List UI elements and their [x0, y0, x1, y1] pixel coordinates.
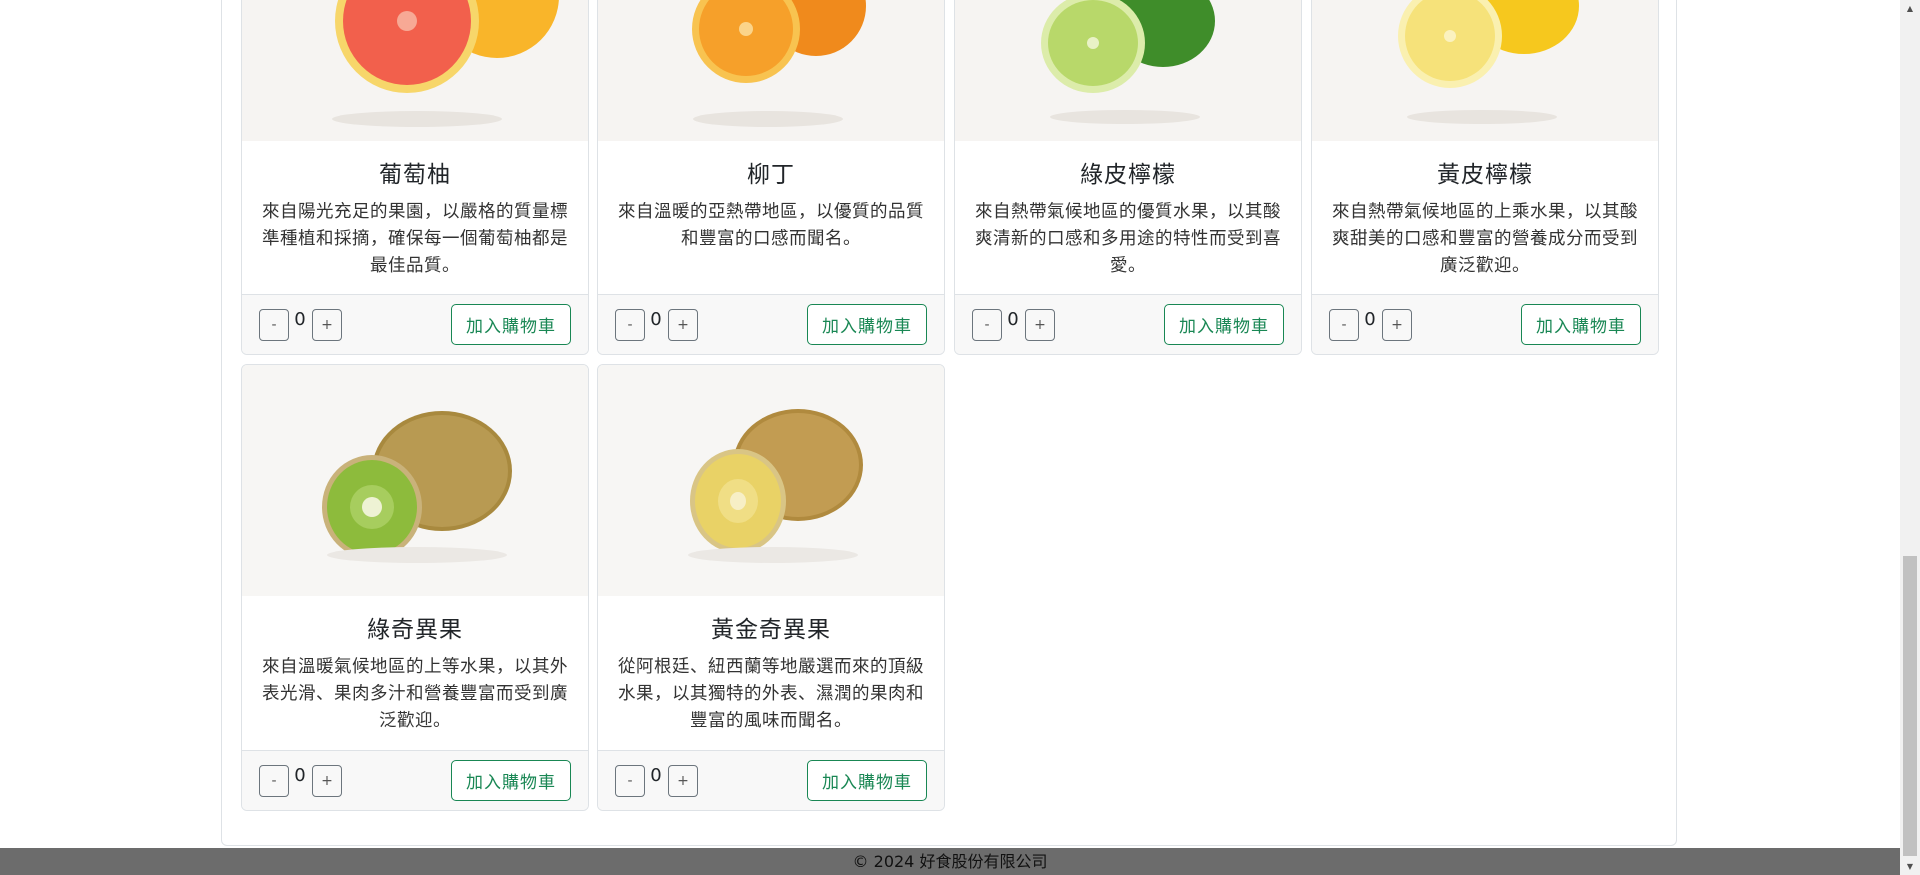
decrease-qty-button[interactable]: - [1329, 309, 1359, 341]
add-to-cart-button[interactable]: 加入購物車 [1521, 304, 1641, 345]
increase-qty-button[interactable]: + [1382, 309, 1412, 341]
product-card: 黃金奇異果 從阿根廷、紐西蘭等地嚴選而來的頂級水果，以其獨特的外表、濕潤的果肉和… [597, 364, 945, 811]
product-card: 綠皮檸檬 來自熱帶氣候地區的優質水果，以其酸爽清新的口感和多用途的特性而受到喜愛… [954, 0, 1302, 355]
product-title: 黃皮檸檬 [1437, 162, 1533, 188]
quantity-value: 0 [650, 309, 662, 330]
product-description: 來自溫暖的亞熱帶地區，以優質的品質和豐富的口感而聞名。 [618, 202, 924, 249]
increase-qty-button[interactable]: + [668, 765, 698, 797]
product-description: 來自熱帶氣候地區的上乘水果，以其酸爽甜美的口感和豐富的營養成分而受到廣泛歡迎。 [1332, 202, 1638, 276]
product-card: 黃皮檸檬 來自熱帶氣候地區的上乘水果，以其酸爽甜美的口感和豐富的營養成分而受到廣… [1311, 0, 1659, 355]
green-kiwi-image [242, 365, 588, 596]
card-footer: - 0 + 加入購物車 [598, 750, 944, 810]
gold-kiwi-image [598, 365, 944, 596]
card-footer: - 0 + 加入購物車 [242, 750, 588, 810]
vertical-scrollbar[interactable]: ▲ ▼ [1900, 0, 1920, 875]
product-description: 從阿根廷、紐西蘭等地嚴選而來的頂級水果，以其獨特的外表、濕潤的果肉和豐富的風味而… [618, 657, 924, 731]
orange-image [598, 0, 944, 141]
increase-qty-button[interactable]: + [668, 309, 698, 341]
scroll-up-arrow-icon[interactable]: ▲ [1900, 0, 1920, 17]
product-title: 綠奇異果 [367, 617, 463, 643]
card-footer: - 0 + 加入購物車 [1312, 294, 1658, 354]
card-footer: - 0 + 加入購物車 [598, 294, 944, 354]
product-title: 黃金奇異果 [711, 617, 831, 643]
product-description: 來自陽光充足的果園，以嚴格的質量標準種植和採摘，確保每一個葡萄柚都是最佳品質。 [262, 202, 568, 276]
decrease-qty-button[interactable]: - [972, 309, 1002, 341]
scroll-down-arrow-icon[interactable]: ▼ [1900, 858, 1920, 875]
decrease-qty-button[interactable]: - [259, 765, 289, 797]
decrease-qty-button[interactable]: - [615, 765, 645, 797]
add-to-cart-button[interactable]: 加入購物車 [807, 304, 927, 345]
scrollbar-thumb[interactable] [1903, 556, 1917, 856]
grapefruit-image [242, 0, 588, 141]
product-card: 柳丁 來自溫暖的亞熱帶地區，以優質的品質和豐富的口感而聞名。 - 0 + 加入購… [597, 0, 945, 355]
product-card: 葡萄柚 來自陽光充足的果園，以嚴格的質量標準種植和採摘，確保每一個葡萄柚都是最佳… [241, 0, 589, 355]
increase-qty-button[interactable]: + [312, 309, 342, 341]
quantity-value: 0 [294, 309, 306, 330]
quantity-value: 0 [1364, 309, 1376, 330]
page-viewport: 葡萄柚 來自陽光充足的果園，以嚴格的質量標準種植和採摘，確保每一個葡萄柚都是最佳… [0, 0, 1900, 875]
add-to-cart-button[interactable]: 加入購物車 [807, 760, 927, 801]
product-description: 來自溫暖氣候地區的上等水果，以其外表光滑、果肉多汁和營養豐富而受到廣泛歡迎。 [262, 657, 568, 731]
card-footer: - 0 + 加入購物車 [242, 294, 588, 354]
add-to-cart-button[interactable]: 加入購物車 [451, 304, 571, 345]
product-card: 綠奇異果 來自溫暖氣候地區的上等水果，以其外表光滑、果肉多汁和營養豐富而受到廣泛… [241, 364, 589, 811]
lime-image [955, 0, 1301, 141]
quantity-value: 0 [650, 765, 662, 786]
product-title: 葡萄柚 [379, 162, 451, 188]
copyright-text: © 2024 好食股份有限公司 [852, 852, 1048, 871]
decrease-qty-button[interactable]: - [259, 309, 289, 341]
card-footer: - 0 + 加入購物車 [955, 294, 1301, 354]
add-to-cart-button[interactable]: 加入購物車 [1164, 304, 1284, 345]
increase-qty-button[interactable]: + [1025, 309, 1055, 341]
product-title: 綠皮檸檬 [1080, 162, 1176, 188]
product-title: 柳丁 [747, 162, 795, 188]
quantity-value: 0 [1007, 309, 1019, 330]
page-footer: © 2024 好食股份有限公司 [0, 848, 1900, 875]
lemon-image [1312, 0, 1658, 141]
quantity-value: 0 [294, 765, 306, 786]
product-description: 來自熱帶氣候地區的優質水果，以其酸爽清新的口感和多用途的特性而受到喜愛。 [975, 202, 1281, 276]
increase-qty-button[interactable]: + [312, 765, 342, 797]
add-to-cart-button[interactable]: 加入購物車 [451, 760, 571, 801]
decrease-qty-button[interactable]: - [615, 309, 645, 341]
